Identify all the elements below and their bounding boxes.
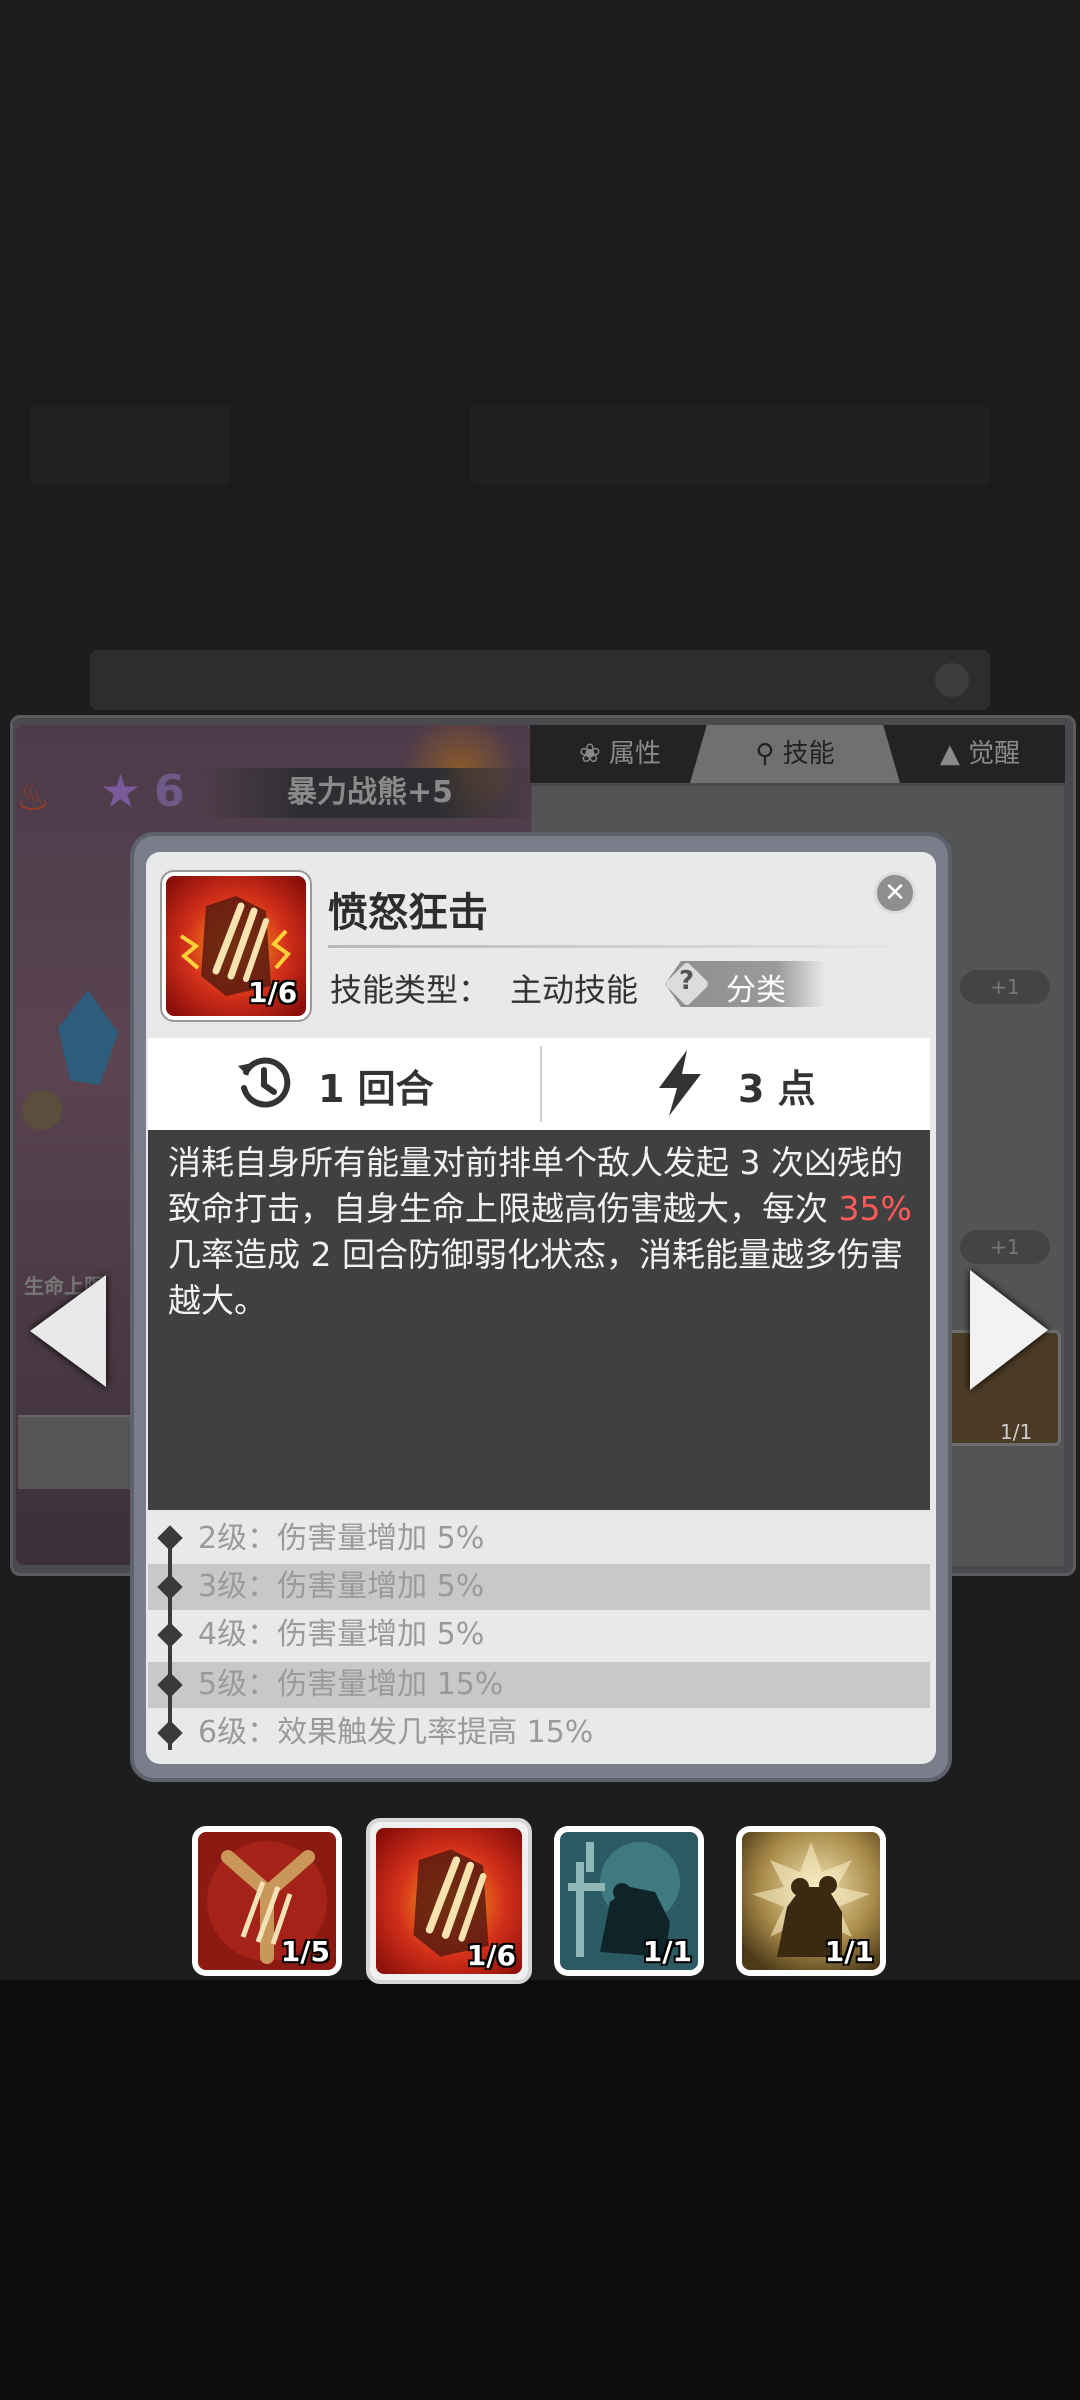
skill-slot-3[interactable]: 1/1 [554,1826,704,1976]
next-arrow-icon[interactable] [970,1270,1048,1390]
upgrade-pill: +1 [960,970,1050,1004]
skill-slot-level: 1/1 [824,1935,874,1968]
upgrade-level-3: 3级：伤害量增加 5% [198,1569,485,1604]
background-bar [470,405,990,485]
cooldown-value: 1 回合 [318,1067,434,1111]
skill-slot-level: 1/1 [642,1935,692,1968]
skill-slot-level: 1/5 [280,1935,330,1968]
close-button[interactable]: ✕ [874,872,916,914]
background-close-icon [935,663,969,697]
hero-star-count: 6 [154,766,185,817]
upgrade-level-6: 6级：效果触发几率提高 15% [198,1715,594,1750]
skill-level: 1/6 [248,976,298,1009]
skill-slot-level: 1/6 [466,1939,516,1972]
stats-divider [540,1046,542,1122]
close-icon: ✕ [884,878,906,908]
upgrade-level-5: 5级：伤害量增加 15% [198,1667,504,1702]
upgrade-level-4: 4级：伤害量增加 5% [198,1617,485,1652]
skill-slot-2[interactable]: 1/6 [366,1818,532,1984]
help-icon: ? [679,966,695,996]
pet-icon [22,1090,62,1130]
fire-icon: ♨ [16,775,51,819]
lightning-icon [655,1050,705,1116]
star-icon: ★ [100,764,142,818]
background-bottom [0,1980,1080,2400]
category-label: 分类 [726,973,786,1008]
background-bar [30,405,230,485]
skill-title: 愤怒狂击 [328,890,488,936]
tab-awaken[interactable]: ▲ 觉醒 [905,725,1055,783]
bear-roar-icon: 1/1 [742,1832,880,1970]
energy-cost-value: 3 点 [738,1067,816,1111]
tab-skills[interactable]: ⚲ 技能 [700,725,890,783]
awaken-icon: ▲ [939,739,969,769]
bear-shield-icon: 1/1 [560,1832,698,1970]
title-divider [328,945,920,948]
skill-description: 消耗自身所有能量对前排单个敌人发起 3 次凶残的致命打击，自身生命上限越高伤害越… [168,1143,912,1320]
skill-type-value: 主动技能 [510,971,639,1009]
background-info-strip [90,650,990,710]
upgrade-pill: +1 [960,1230,1050,1264]
attributes-icon: ❀ [578,739,610,769]
skill-icon: ⚲ [755,739,783,769]
description-highlight: 35% [838,1189,912,1228]
claw-slash-icon: 1/5 [198,1832,336,1970]
previous-arrow-icon[interactable] [30,1275,106,1387]
upgrade-level-2: 2级：伤害量增加 5% [198,1521,485,1556]
side-skill-level: 1/1 [1000,1420,1033,1444]
skill-slot-4[interactable]: 1/1 [736,1826,886,1976]
rage-claw-icon: 1/6 [376,1828,522,1974]
hero-name: 暴力战熊+5 [200,768,540,818]
hero-stat-row [18,1415,138,1489]
skill-type-label: 技能类型： [330,971,491,1009]
cooldown-clock-icon [234,1054,294,1114]
tab-attributes[interactable]: ❀ 属性 [545,725,695,783]
skill-slot-1[interactable]: 1/5 [192,1826,342,1976]
